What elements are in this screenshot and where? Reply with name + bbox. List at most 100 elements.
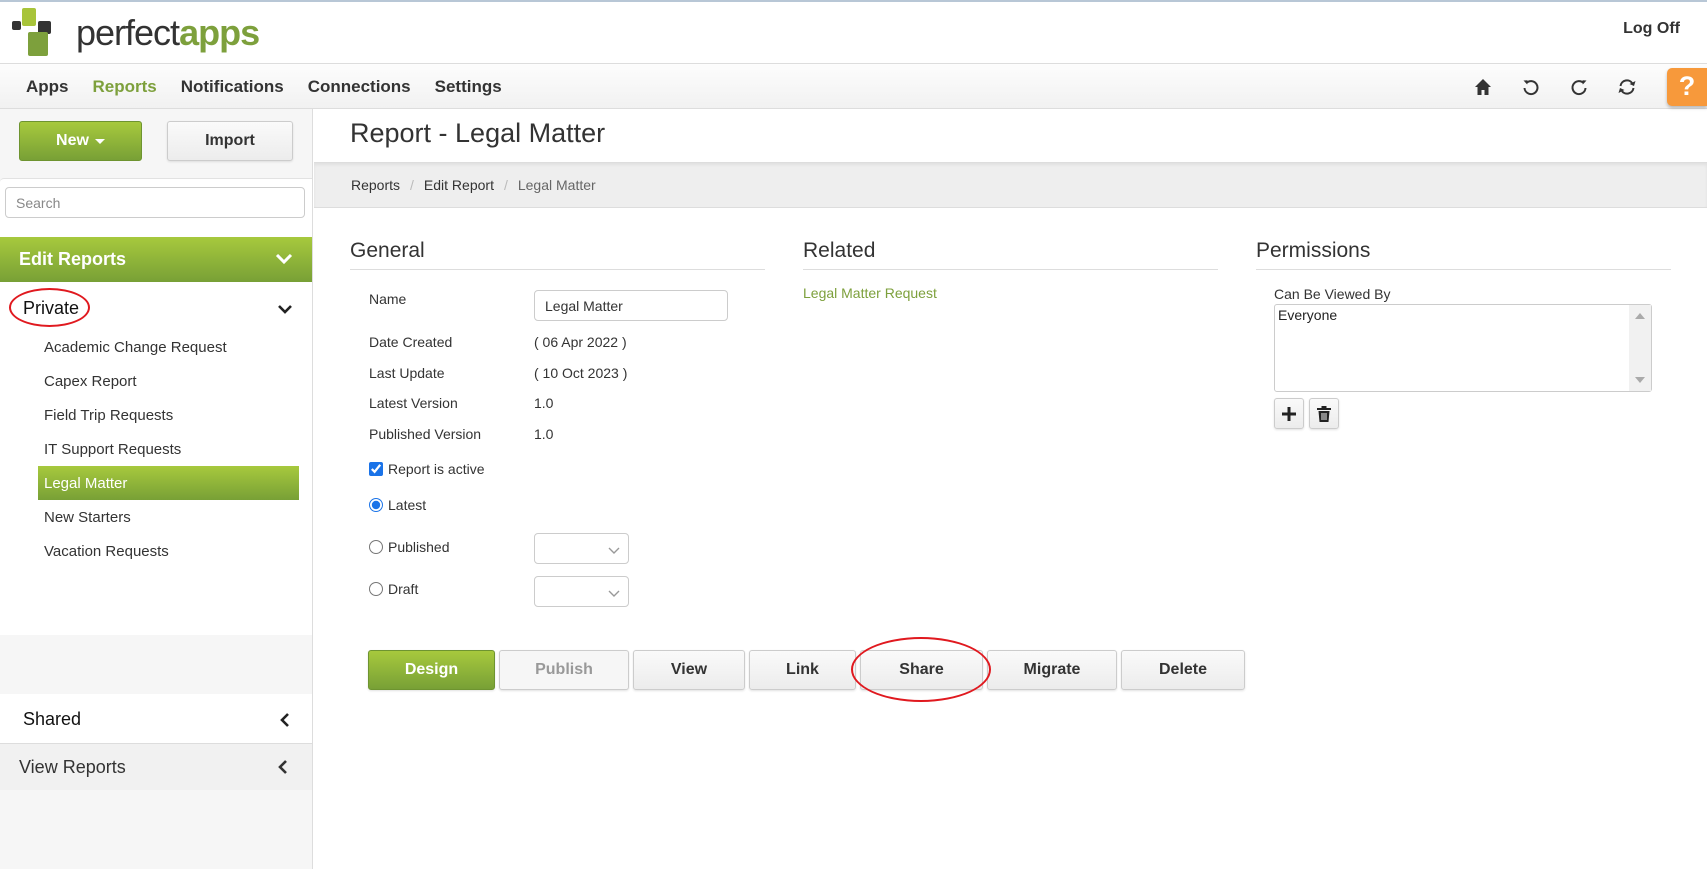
report-item[interactable]: Academic Change Request [38, 330, 299, 364]
listbox-scrollbar[interactable] [1629, 305, 1651, 391]
nav-apps[interactable]: Apps [14, 77, 81, 97]
report-item[interactable]: IT Support Requests [38, 432, 299, 466]
design-button[interactable]: Design [368, 650, 495, 690]
general-section-title: General [350, 239, 765, 270]
breadcrumb-reports[interactable]: Reports [351, 177, 400, 193]
report-item[interactable]: Capex Report [38, 364, 299, 398]
view-reports-label: View Reports [19, 756, 126, 777]
published-version-label: Published Version [369, 426, 482, 442]
name-input[interactable] [534, 290, 728, 321]
name-label: Name [369, 291, 407, 307]
breadcrumb-edit-report[interactable]: Edit Report [424, 177, 494, 193]
search-input[interactable] [5, 187, 305, 218]
scroll-up-icon[interactable] [1635, 313, 1645, 319]
report-active-label: Report is active [388, 461, 485, 477]
caret-down-icon [94, 138, 105, 144]
report-active-checkbox-row[interactable]: Report is active [369, 461, 484, 477]
report-item[interactable]: Field Trip Requests [38, 398, 299, 432]
home-icon[interactable] [1459, 78, 1507, 96]
log-off-link[interactable]: Log Off [1623, 20, 1680, 38]
undo-icon[interactable] [1507, 78, 1555, 96]
last-update-label: Last Update [369, 365, 445, 381]
breadcrumb-separator: / [503, 177, 508, 193]
edit-reports-section-header[interactable]: Edit Reports [0, 237, 312, 282]
chevron-down-icon [274, 249, 294, 274]
logo-word-perfect: perfect [76, 12, 180, 53]
related-link[interactable]: Legal Matter Request [803, 285, 937, 301]
scroll-down-icon[interactable] [1635, 377, 1645, 383]
help-button[interactable]: ? [1667, 67, 1707, 106]
private-group-header[interactable]: Private [0, 288, 312, 328]
view-reports-section-header[interactable]: View Reports [0, 744, 312, 790]
last-update-value: ( 10 Oct 2023 ) [534, 365, 628, 381]
shared-group: Shared [0, 694, 312, 744]
publish-button[interactable]: Publish [499, 650, 629, 690]
sidebar: New Import Edit Reports Private Academic… [0, 109, 313, 869]
breadcrumb-current: Legal Matter [517, 177, 596, 193]
share-button[interactable]: Share [860, 650, 983, 690]
main-nav: Apps Reports Notifications Connections S… [0, 64, 1707, 109]
breadcrumb: Reports / Edit Report / Legal Matter [314, 162, 1707, 208]
delete-button[interactable]: Delete [1121, 650, 1245, 690]
perfectapps-logo[interactable]: perfectapps [12, 7, 260, 59]
logo-mark-icon [12, 7, 66, 59]
permissions-section-title: Permissions [1256, 239, 1671, 270]
view-button[interactable]: View [633, 650, 745, 690]
latest-version-label: Latest Version [369, 395, 458, 411]
search-container [0, 178, 312, 238]
report-item-active[interactable]: Legal Matter [38, 466, 299, 500]
draft-radio[interactable] [369, 582, 383, 596]
draft-radio-row[interactable]: Draft [369, 581, 418, 597]
chevron-left-icon [276, 711, 294, 734]
link-button[interactable]: Link [749, 650, 856, 690]
import-button[interactable]: Import [167, 121, 293, 161]
published-version-value: 1.0 [534, 426, 554, 442]
chevron-down-icon [608, 586, 620, 604]
edit-reports-body: Private Academic Change Request Capex Re… [0, 282, 312, 635]
plus-icon [1282, 406, 1296, 421]
latest-version-value: 1.0 [534, 395, 554, 411]
can-be-viewed-by-label: Can Be Viewed By [1274, 286, 1391, 302]
nav-notifications[interactable]: Notifications [169, 77, 296, 97]
date-created-label: Date Created [369, 334, 453, 350]
viewed-by-listbox[interactable]: Everyone [1274, 304, 1652, 392]
viewed-by-item[interactable]: Everyone [1278, 307, 1337, 323]
report-active-checkbox[interactable] [369, 462, 383, 476]
latest-radio-row[interactable]: Latest [369, 497, 426, 513]
published-version-select[interactable] [534, 533, 629, 564]
add-permission-button[interactable] [1274, 398, 1304, 429]
new-button[interactable]: New [19, 121, 142, 161]
chevron-left-icon [274, 758, 292, 781]
latest-radio[interactable] [369, 498, 383, 512]
shared-group-header[interactable]: Shared [0, 699, 312, 739]
private-report-list: Academic Change Request Capex Report Fie… [38, 330, 299, 568]
breadcrumb-separator: / [410, 177, 414, 193]
published-radio[interactable] [369, 540, 383, 554]
trash-icon [1317, 405, 1331, 422]
published-radio-row[interactable]: Published [369, 539, 450, 555]
nav-settings[interactable]: Settings [423, 77, 514, 97]
refresh-icon[interactable] [1603, 78, 1651, 96]
logo-text: perfectapps [76, 12, 260, 53]
latest-radio-label: Latest [388, 497, 427, 513]
published-radio-label: Published [388, 539, 450, 555]
top-header: perfectapps Log Off [0, 0, 1707, 64]
draft-radio-label: Draft [388, 581, 419, 597]
related-section-title: Related [803, 239, 1218, 270]
edit-reports-label: Edit Reports [19, 249, 127, 269]
nav-connections[interactable]: Connections [296, 77, 423, 97]
migrate-button[interactable]: Migrate [987, 650, 1117, 690]
new-button-label: New [56, 132, 89, 149]
delete-permission-button[interactable] [1309, 398, 1339, 429]
report-item[interactable]: New Starters [38, 500, 299, 534]
logo-word-apps: apps [179, 12, 260, 53]
draft-version-select[interactable] [534, 576, 629, 607]
page-title: Report - Legal Matter [350, 118, 606, 148]
private-label: Private [23, 297, 80, 318]
chevron-down-icon [276, 300, 294, 323]
date-created-value: ( 06 Apr 2022 ) [534, 334, 627, 350]
nav-reports[interactable]: Reports [81, 77, 169, 97]
report-item[interactable]: Vacation Requests [38, 534, 299, 568]
chevron-down-icon [608, 543, 620, 561]
redo-icon[interactable] [1555, 78, 1603, 96]
